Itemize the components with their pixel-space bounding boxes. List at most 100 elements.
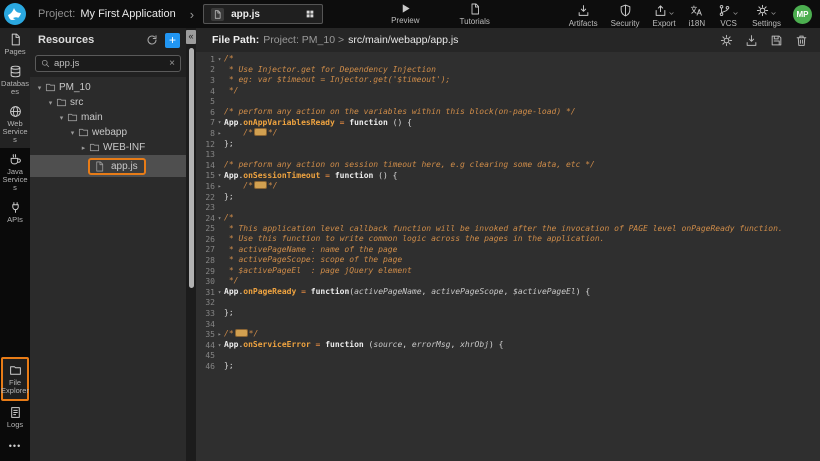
sidebar-item-databases[interactable]: Databases	[0, 60, 30, 100]
fold-closed-icon[interactable]: ▸	[215, 130, 224, 137]
resources-panel: Resources + app.js × ▾PM_10▾src▾main▾web…	[30, 28, 186, 461]
code-line-23: 23	[196, 202, 820, 213]
folded-code-icon[interactable]	[254, 128, 267, 136]
sidebar-item-logs[interactable]: Logs	[0, 401, 30, 433]
tree-item-PM_10[interactable]: ▾PM_10	[30, 80, 186, 95]
line-number: 28	[196, 256, 215, 265]
fold-open-icon[interactable]: ▾	[215, 215, 224, 222]
filepath-value: src/main/webapp/app.js	[348, 34, 720, 46]
vcs-button[interactable]: VCS	[718, 4, 739, 28]
tutorials-label: Tutorials	[460, 17, 490, 26]
code-line-8: 8▸ /**/	[196, 128, 820, 139]
export-label: Export	[653, 19, 676, 28]
collapse-panel-icon[interactable]: «	[186, 30, 196, 44]
code-editor[interactable]: 1▾/*2 * Use Injector.get for Dependency …	[196, 52, 820, 461]
code-line-25: 25 * This application level callback fun…	[196, 224, 820, 235]
i18n-label: i18N	[689, 19, 705, 28]
tree-open-arrow-icon[interactable]: ▾	[57, 114, 66, 122]
fold-open-icon[interactable]: ▾	[215, 342, 224, 349]
security-button[interactable]: Security	[611, 4, 640, 28]
tree-open-arrow-icon[interactable]: ▾	[68, 129, 77, 137]
api-icon	[9, 201, 22, 214]
folder-glyph-icon	[67, 112, 78, 123]
clear-search-icon[interactable]: ×	[169, 58, 175, 69]
vcs-icon-row	[718, 4, 739, 17]
fold-open-icon[interactable]: ▾	[215, 56, 224, 63]
settings-gear-icon[interactable]	[720, 34, 733, 47]
tree-closed-arrow-icon[interactable]: ▸	[79, 144, 88, 152]
shield-icon	[619, 4, 632, 17]
line-number: 44	[196, 341, 215, 350]
fold-open-icon[interactable]: ▾	[215, 119, 224, 126]
line-number: 27	[196, 245, 215, 254]
sidebar-item-apis[interactable]: APIs	[0, 196, 30, 228]
db-icon	[9, 65, 22, 78]
folded-code-icon[interactable]	[235, 329, 248, 337]
code-text: App.onAppVariablesReady = function () {	[224, 118, 412, 129]
branch-icon	[718, 4, 731, 17]
fold-closed-icon[interactable]: ▸	[215, 331, 224, 338]
topbar: Project: My First Application › app.js P…	[0, 0, 820, 28]
settings-label: Settings	[752, 19, 781, 28]
caret-down-icon	[668, 10, 675, 17]
export-button[interactable]: Export	[653, 4, 676, 28]
save-file-icon[interactable]	[770, 34, 783, 47]
more-options-button[interactable]: •••	[0, 433, 30, 461]
download-file-icon[interactable]	[745, 34, 758, 47]
sidebar-item-pages[interactable]: Pages	[0, 28, 30, 60]
i18n-button[interactable]: i18N	[689, 4, 705, 28]
line-number: 32	[196, 298, 215, 307]
tab-appjs[interactable]: app.js	[203, 4, 323, 24]
search-box[interactable]: app.js ×	[35, 55, 181, 72]
artifacts-button[interactable]: Artifacts	[569, 4, 598, 28]
preview-label: Preview	[391, 16, 419, 25]
tree-item-app.js[interactable]: app.js	[30, 155, 186, 177]
coffee-icon	[9, 153, 22, 166]
chevron-right-icon[interactable]: ›	[190, 8, 194, 21]
grid-icon[interactable]	[305, 9, 315, 19]
editor-area: File Path: Project: PM_10 > src/main/web…	[196, 28, 820, 461]
project-title: Project: My First Application	[38, 8, 176, 20]
sidebar-item-label: APIs	[1, 216, 29, 224]
settings-button[interactable]: Settings	[752, 4, 781, 28]
code-text: };	[224, 361, 234, 372]
sidebar-item-file-explorer[interactable]: File Explorer	[1, 357, 29, 401]
line-number: 2	[196, 65, 215, 74]
tree-item-webapp[interactable]: ▾webapp	[30, 125, 186, 140]
code-line-45: 45	[196, 351, 820, 362]
tutorials-button[interactable]: Tutorials	[460, 3, 490, 26]
fold-open-icon[interactable]: ▾	[215, 172, 224, 179]
app-logo-icon[interactable]	[3, 2, 27, 26]
add-resource-button[interactable]: +	[165, 33, 180, 48]
fold-open-icon[interactable]: ▾	[215, 289, 224, 296]
tree-open-arrow-icon[interactable]: ▾	[35, 84, 44, 92]
avatar[interactable]: MP	[793, 5, 812, 24]
search-input[interactable]: app.js	[54, 58, 165, 69]
tree-item-label: app.js	[111, 161, 138, 172]
code-text: */	[224, 276, 238, 287]
search-area: app.js ×	[30, 52, 186, 77]
scrollbar-thumb[interactable]	[189, 48, 194, 288]
line-number: 45	[196, 351, 215, 360]
fold-closed-icon[interactable]: ▸	[215, 183, 224, 190]
delete-file-icon[interactable]	[795, 34, 808, 47]
tree-item-main[interactable]: ▾main	[30, 110, 186, 125]
code-text: /**/	[224, 128, 278, 139]
file-icon	[9, 33, 22, 46]
code-line-26: 26 * Use this function to write common l…	[196, 234, 820, 245]
refresh-icon[interactable]	[146, 34, 158, 46]
tree-item-src[interactable]: ▾src	[30, 95, 186, 110]
line-number: 8	[196, 129, 215, 138]
sidebar-item-web-services[interactable]: Web Services	[0, 100, 30, 148]
tree-open-arrow-icon[interactable]: ▾	[46, 99, 55, 107]
folded-code-icon[interactable]	[254, 181, 267, 189]
tree-item-WEB-INF[interactable]: ▸WEB-INF	[30, 140, 186, 155]
vcs-label: VCS	[720, 19, 736, 28]
line-number: 6	[196, 108, 215, 117]
preview-button[interactable]: Preview	[391, 3, 419, 25]
panel-splitter[interactable]: «	[186, 28, 196, 461]
search-icon	[41, 59, 50, 68]
sidebar-item-java-services[interactable]: Java Services	[0, 148, 30, 196]
sidebar-item-label: Web Services	[1, 120, 29, 144]
sidebar-item-label: Logs	[1, 421, 29, 429]
